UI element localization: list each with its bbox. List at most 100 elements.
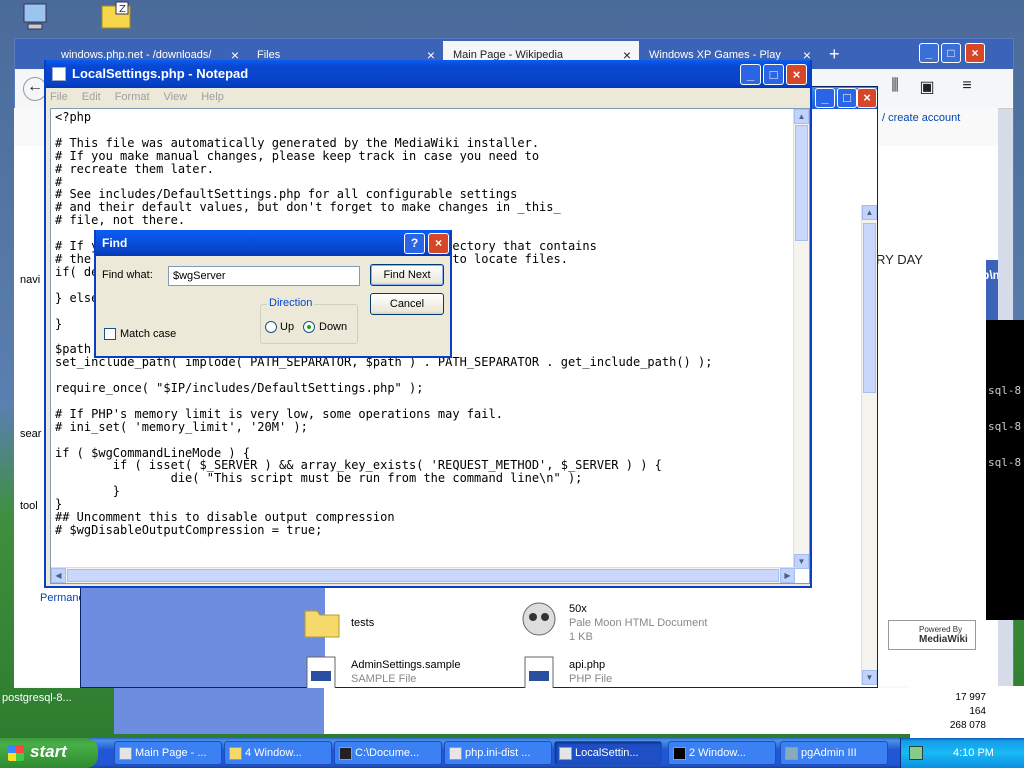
path-label: p\med <box>986 268 998 282</box>
match-case-checkbox[interactable] <box>104 328 116 340</box>
firefox-icon <box>119 747 132 760</box>
file-name: tests <box>351 617 375 629</box>
stat-value: 17 997 <box>955 692 986 703</box>
file-name: AdminSettings.sample <box>351 659 461 671</box>
powered-by-badge[interactable]: Powered By MediaWiki <box>888 620 976 650</box>
console-line: sql-8 <box>988 420 1022 433</box>
notepad-titlebar: LocalSettings.php - Notepad _ □ × <box>46 60 810 88</box>
direction-group: Direction Up Down <box>260 297 358 344</box>
my-computer-icon[interactable] <box>18 2 66 32</box>
scroll-thumb[interactable] <box>795 125 808 241</box>
taskbar: start Main Page - ... 4 Window... C:\Doc… <box>0 738 1024 768</box>
up-radio[interactable] <box>265 321 277 333</box>
match-case-label: Match case <box>120 328 177 340</box>
notepad-icon <box>559 747 572 760</box>
task-pgadmin[interactable]: pgAdmin III <box>780 741 888 765</box>
console-window: sql-8 sql-8 sql-8 <box>986 320 1024 620</box>
zip-folder-icon[interactable]: Z <box>98 0 146 30</box>
minimize-button[interactable]: _ <box>815 88 835 108</box>
help-button[interactable]: ? <box>404 233 425 254</box>
pale-moon-icon <box>522 602 556 636</box>
network-icon[interactable] <box>909 746 923 760</box>
menu-view[interactable]: View <box>164 91 188 108</box>
powered-by-label: Powered By <box>919 625 963 634</box>
maximize-button[interactable]: □ <box>837 88 857 108</box>
white-strip <box>324 688 910 734</box>
menu-format[interactable]: Format <box>115 91 150 108</box>
permanent-link[interactable]: Permane <box>40 592 85 604</box>
library-icon[interactable]: ⫼ <box>883 77 907 101</box>
close-button[interactable]: × <box>786 64 807 85</box>
file-item[interactable]: 50x Pale Moon HTML Document 1 KB <box>517 599 717 643</box>
find-next-label: Find Next <box>383 269 431 281</box>
mediawiki-label: MediaWiki <box>919 634 968 645</box>
find-title: Find <box>102 236 128 250</box>
task-main-page[interactable]: Main Page - ... <box>114 741 222 765</box>
windows-flag-icon <box>8 745 24 761</box>
sidebar-icon[interactable]: ▣ <box>915 77 939 101</box>
menu-icon[interactable]: ≡ <box>955 77 979 101</box>
task-label: php.ini-dist ... <box>465 747 531 759</box>
menu-file[interactable]: File <box>50 91 68 108</box>
down-radio[interactable] <box>303 321 315 333</box>
task-documents[interactable]: C:\Docume... <box>334 741 442 765</box>
scroll-down-arrow[interactable]: ▼ <box>794 554 809 569</box>
notepad-icon <box>52 67 66 81</box>
minimize-button[interactable]: _ <box>919 43 939 63</box>
blue-strip <box>114 688 324 734</box>
find-next-button[interactable]: Find Next <box>370 264 444 286</box>
start-button[interactable]: start <box>0 738 98 768</box>
folder-icon <box>304 610 340 638</box>
explorer-scrollbar[interactable]: ▲ ▼ <box>861 205 877 685</box>
task-label: 4 Window... <box>245 747 302 759</box>
svg-text:Z: Z <box>119 4 126 15</box>
clock[interactable]: 4:10 PM <box>953 747 994 759</box>
task-windows-explorer[interactable]: 4 Window... <box>224 741 332 765</box>
close-button[interactable]: × <box>428 233 449 254</box>
every-day-text: RY DAY <box>876 252 923 267</box>
postgresql-desktop-icon[interactable]: postgresql-8... <box>2 692 92 722</box>
task-php-ini[interactable]: php.ini-dist ... <box>444 741 552 765</box>
scroll-left-arrow[interactable]: ◀ <box>51 568 66 583</box>
file-type: Pale Moon HTML Document <box>569 617 708 629</box>
scroll-thumb[interactable] <box>67 569 779 582</box>
cmd-icon <box>673 747 686 760</box>
menu-edit[interactable]: Edit <box>82 91 101 108</box>
notepad-title: LocalSettings.php - Notepad <box>72 66 249 81</box>
scroll-up-arrow[interactable]: ▲ <box>862 205 877 220</box>
elephant-icon <box>785 747 798 760</box>
scroll-up-arrow[interactable]: ▲ <box>794 109 809 124</box>
cancel-label: Cancel <box>389 298 425 310</box>
task-localsettings[interactable]: LocalSettin... <box>554 741 662 765</box>
close-button[interactable]: × <box>965 43 985 63</box>
console-line: sql-8 <box>988 456 1022 469</box>
create-account-link[interactable]: / create account <box>882 112 960 124</box>
down-label: Down <box>319 321 348 333</box>
menu-help[interactable]: Help <box>201 91 224 108</box>
maximize-button[interactable]: □ <box>941 43 961 63</box>
scroll-thumb[interactable] <box>863 223 876 393</box>
file-type: SAMPLE File <box>351 673 417 685</box>
direction-label: Direction <box>267 297 315 309</box>
cancel-button[interactable]: Cancel <box>370 293 444 315</box>
close-button[interactable]: × <box>857 88 877 108</box>
minimize-button[interactable]: _ <box>740 64 761 85</box>
stat-value: 164 <box>969 706 986 717</box>
file-item[interactable]: tests <box>303 603 503 643</box>
pgadmin-stats-panel: 17 997 164 268 078 <box>910 686 1024 738</box>
find-titlebar: Find ? × <box>96 230 450 256</box>
scroll-down-arrow[interactable]: ▼ <box>862 670 877 685</box>
console-line: sql-8 <box>988 384 1022 397</box>
folder-icon <box>229 747 242 760</box>
maximize-button[interactable]: □ <box>763 64 784 85</box>
scroll-right-arrow[interactable]: ▶ <box>780 568 795 583</box>
search-label: sear <box>20 428 42 440</box>
find-dialog: Find ? × Find what: Find Next Cancel Dir… <box>94 230 452 358</box>
vertical-scrollbar[interactable]: ▲ ▼ <box>793 109 809 569</box>
find-what-input[interactable] <box>168 266 360 286</box>
find-what-label: Find what: <box>102 269 153 281</box>
stat-value: 268 078 <box>949 720 986 731</box>
horizontal-scrollbar[interactable]: ◀ ▶ <box>51 567 795 583</box>
task-cmd[interactable]: 2 Window... <box>668 741 776 765</box>
new-tab-button[interactable]: + <box>819 41 859 69</box>
